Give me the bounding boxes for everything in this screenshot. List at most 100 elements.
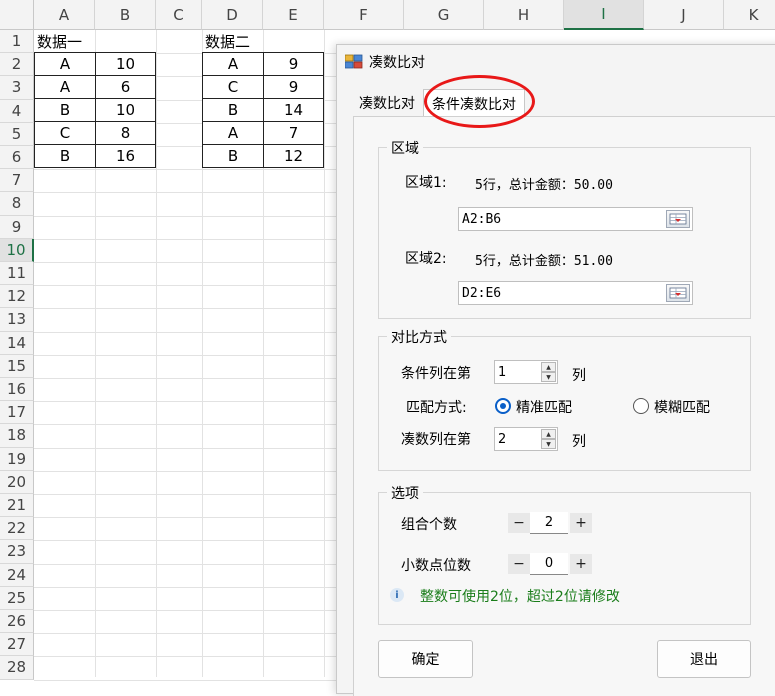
table2-cell[interactable]: A [202,52,264,76]
exit-button[interactable]: 退出 [657,640,751,678]
spin-down-icon[interactable]: ▼ [541,439,556,449]
table2-cell[interactable]: B [202,144,264,168]
table2-cell[interactable]: A [202,121,264,145]
compare-dialog: 凑数比对 凑数比对 条件凑数比对 区域 区域1: 5行，总计金额：50.00 A… [336,44,775,696]
row-header[interactable]: 20 [0,470,34,494]
row-header[interactable]: 24 [0,563,34,587]
row-header[interactable]: 13 [0,308,34,332]
row-header[interactable]: 4 [0,99,34,123]
dialog-titlebar[interactable]: 凑数比对 [337,45,775,79]
combo-plus-button[interactable]: + [570,513,592,533]
row-header[interactable]: 27 [0,633,34,657]
tab-sum-compare[interactable]: 凑数比对 [351,89,423,117]
table1-cell[interactable]: 16 [95,144,156,168]
row-header[interactable]: 9 [0,215,34,239]
column-header-f[interactable]: F [324,0,404,30]
region-group-title: 区域 [387,138,423,158]
select-all-corner[interactable] [0,0,34,30]
app-icon [344,54,363,70]
row-header[interactable]: 10 [0,238,34,262]
spin-up-icon[interactable]: ▲ [541,429,556,439]
match-fuzzy-label[interactable]: 模糊匹配 [654,397,710,417]
decimal-places-value[interactable]: 0 [530,553,568,575]
region1-label: 区域1: [405,175,447,191]
table2-cell[interactable]: 12 [263,144,324,168]
combo-count-value[interactable]: 2 [530,512,568,534]
column-header-b[interactable]: B [95,0,156,30]
match-fuzzy-radio[interactable] [633,398,649,414]
column-header-c[interactable]: C [156,0,202,30]
table2-cell[interactable]: C [202,75,264,99]
row-header[interactable]: 26 [0,610,34,634]
region2-info: 5行，总计金额：51.00 [475,254,613,269]
row-header[interactable]: 22 [0,517,34,541]
row-header[interactable]: 12 [0,285,34,309]
row-header[interactable]: 7 [0,169,34,193]
table1-cell[interactable]: A [34,52,96,76]
table2-cell[interactable]: 9 [263,75,324,99]
combo-minus-button[interactable]: − [508,513,530,533]
row-header[interactable]: 5 [0,122,34,146]
region1-value: A2:B6 [462,211,502,227]
table1-cell[interactable]: B [34,98,96,122]
decimal-plus-button[interactable]: + [570,554,592,574]
match-exact-radio[interactable] [495,398,511,414]
table1-cell[interactable]: A [34,75,96,99]
decimal-minus-button[interactable]: − [508,554,530,574]
table1-cell[interactable]: B [34,144,96,168]
row-header[interactable]: 21 [0,494,34,518]
row-header[interactable]: 16 [0,378,34,402]
sum-col-spinner[interactable]: 2 ▲ ▼ [494,427,558,451]
spin-up-icon[interactable]: ▲ [541,362,556,372]
row-header[interactable]: 14 [0,331,34,355]
column-header-i[interactable]: I [564,0,644,30]
table2-cell[interactable]: 9 [263,52,324,76]
table1-cell[interactable]: 10 [95,98,156,122]
column-header-k[interactable]: K [724,0,775,30]
column-header-h[interactable]: H [484,0,564,30]
column-header-j[interactable]: J [644,0,724,30]
table1-cell[interactable]: 6 [95,75,156,99]
column-header-a[interactable]: A [34,0,95,30]
condition-col-spinner[interactable]: 1 ▲ ▼ [494,360,558,384]
row-header[interactable]: 3 [0,76,34,100]
compare-group-title: 对比方式 [387,327,451,347]
table2-cell[interactable]: B [202,98,264,122]
region2-value: D2:E6 [462,285,502,301]
row-header[interactable]: 18 [0,424,34,448]
row-header[interactable]: 2 [0,53,34,77]
region2-input[interactable]: D2:E6 [458,281,693,305]
range-picker-icon[interactable] [666,210,690,228]
column-header-d[interactable]: D [202,0,263,30]
row-header[interactable]: 25 [0,586,34,610]
tab-condition-sum-compare[interactable]: 条件凑数比对 [423,89,525,117]
column-header-g[interactable]: G [404,0,484,30]
row-header[interactable]: 15 [0,354,34,378]
row-header[interactable]: 17 [0,401,34,425]
table2-title: 数据二 [205,32,251,51]
sum-col-unit: 列 [572,434,586,450]
row-header[interactable]: 19 [0,447,34,471]
tab-panel: 区域 区域1: 5行，总计金额：50.00 A2:B6 区域2: 5行，总计金额… [353,116,775,696]
table2-cell[interactable]: 7 [263,121,324,145]
row-header[interactable]: 8 [0,192,34,216]
column-header-e[interactable]: E [263,0,324,30]
ok-button[interactable]: 确定 [378,640,473,678]
row-header[interactable]: 6 [0,146,34,170]
info-message: 整数可使用2位，超过2位请修改 [420,589,620,605]
region1-input[interactable]: A2:B6 [458,207,693,231]
table1-cell[interactable]: 10 [95,52,156,76]
spin-down-icon[interactable]: ▼ [541,372,556,382]
table1-cell[interactable]: C [34,121,96,145]
condition-col-label: 条件列在第 [401,366,471,382]
row-header[interactable]: 11 [0,262,34,286]
options-group: 选项 组合个数 − 2 + 小数点位数 − 0 + i 整数可使用2位，超过2位… [378,483,751,625]
row-header[interactable]: 28 [0,656,34,680]
match-exact-label[interactable]: 精准匹配 [516,397,572,417]
table2-cell[interactable]: 14 [263,98,324,122]
sum-col-label: 凑数列在第 [401,432,471,448]
table1-cell[interactable]: 8 [95,121,156,145]
row-header[interactable]: 1 [0,30,34,54]
row-header[interactable]: 23 [0,540,34,564]
range-picker-icon[interactable] [666,284,690,302]
